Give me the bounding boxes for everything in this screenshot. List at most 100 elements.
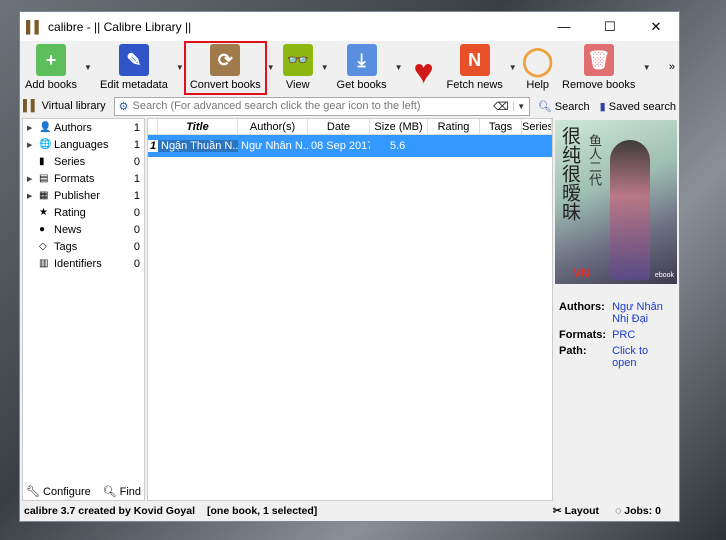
category-icon: 🌐 [39, 139, 52, 150]
tag-browser-item-news[interactable]: ● News 0 [23, 221, 144, 238]
search-bar: ▌▌ Virtual library ⚙ Search (For advance… [20, 95, 679, 117]
configure-button[interactable]: 🔧︎ Configure [26, 485, 91, 498]
calibre-logo-icon: ▌▌ [26, 19, 44, 34]
search-history-dropdown[interactable]: ▼ [512, 101, 529, 111]
column-header-series[interactable]: Series [522, 119, 552, 134]
status-bar: calibre 3.7 created by Kovid Goyal [one … [24, 505, 661, 517]
format-link[interactable]: PRC [610, 328, 675, 342]
toolbar-label: Edit metadata [99, 79, 168, 91]
convert-books-icon: ⟳ [210, 44, 241, 76]
category-icon: ◇ [39, 241, 47, 252]
dropdown-arrow-icon[interactable]: ▼ [643, 63, 651, 72]
column-header-tags[interactable]: Tags [480, 119, 522, 134]
toolbar-label: Fetch news [446, 79, 503, 91]
add-books-button[interactable]: + Add books [20, 43, 82, 93]
help-lifebuoy-icon: ◯ [522, 44, 554, 76]
edit-metadata-icon: ✎ [118, 44, 149, 76]
tag-browser-item-publisher[interactable]: ▶ ▦ Publisher 1 [23, 187, 144, 204]
view-icon: 👓 [282, 44, 313, 76]
edit-metadata-button[interactable]: ✎ Edit metadata [94, 43, 174, 93]
dropdown-arrow-icon[interactable]: ▼ [321, 63, 329, 72]
toolbar: + Add books ▼ ✎ Edit metadata ▼ ⟳ Convert books… [20, 41, 679, 95]
category-icon: ▦ [39, 190, 49, 201]
book-list: Title Author(s) Date Size (MB) Rating Tags Ser… [147, 118, 553, 501]
category-icon: ▤ [39, 173, 49, 184]
expand-arrow-icon[interactable]: ▶ [27, 141, 39, 149]
author-link[interactable]: Ngư Nhân Nhị Đại [610, 300, 675, 326]
author-cell[interactable]: Ngư Nhân N... [238, 140, 308, 152]
gear-icon[interactable]: ⚙ [119, 100, 129, 113]
column-header-sizemb[interactable]: Size (MB) [370, 119, 428, 134]
fetch-news-icon: N [459, 44, 490, 76]
date-cell[interactable]: 08 Sep 2017 [308, 140, 370, 152]
convert-books-button[interactable]: ⟳ Convert books [183, 41, 267, 95]
tag-browser-item-rating[interactable]: ★ Rating 0 [23, 204, 144, 221]
toolbar-label: Get books [336, 79, 387, 91]
category-icon: ▥ [39, 258, 49, 269]
category-icon: ▮ [39, 156, 45, 167]
magnifier-icon: 🔍︎ [537, 100, 552, 113]
book-details: 很纯很暧昧 鱼人二代 VN ebook Authors: Ngư Nhân Nhị… [553, 118, 679, 501]
fetch-news-button[interactable]: N Fetch news [443, 43, 507, 93]
table-row[interactable]: 1 Ngận Thuần N... Ngư Nhân N... 08 Sep 2017… [148, 135, 552, 157]
dropdown-arrow-icon[interactable]: ▼ [176, 63, 184, 72]
search-input[interactable]: ⚙ Search (For advanced search click the … [113, 96, 530, 116]
clear-search-icon[interactable]: ⌫ [493, 100, 509, 113]
toolbar-label: Remove books [562, 79, 636, 91]
find-button[interactable]: 🔍︎ Find [103, 485, 141, 498]
book-cover[interactable]: 很纯很暧昧 鱼人二代 VN ebook [555, 120, 677, 284]
title-bar: ▌▌ calibre - || Calibre Library || — ☐ ✕ [20, 12, 679, 41]
toolbar-label: Convert books [189, 79, 261, 91]
expand-arrow-icon[interactable]: ▶ [27, 175, 39, 183]
column-header-date[interactable]: Date [308, 119, 370, 134]
get-books-icon: ⤓ [346, 44, 377, 76]
tag-browser-item-formats[interactable]: ▶ ▤ Formats 1 [23, 170, 144, 187]
tag-browser-item-series[interactable]: ▮ Series 0 [23, 153, 144, 170]
category-icon: ● [39, 224, 46, 235]
bookmark-icon: ▮ [599, 100, 606, 113]
column-header-title[interactable]: Title [158, 119, 238, 134]
tag-browser-item-tags[interactable]: ◇ Tags 0 [23, 238, 144, 255]
column-header-rating[interactable]: Rating [428, 119, 480, 134]
jobs-button[interactable]: ◌ Jobs: 0 [615, 505, 661, 517]
minimize-button[interactable]: — [541, 19, 587, 35]
library-icon: ▌▌ [23, 100, 39, 112]
close-button[interactable]: ✕ [633, 19, 679, 35]
size-cell[interactable]: 5.6 [370, 140, 428, 152]
more-actions-button[interactable]: » [669, 61, 675, 73]
remove-books-icon: 🗑 [583, 44, 614, 76]
get-books-button[interactable]: ⤓ Get books [331, 43, 393, 93]
column-header-authors[interactable]: Author(s) [238, 119, 308, 134]
saved-search-button[interactable]: ▮ Saved search [600, 100, 676, 113]
dropdown-arrow-icon[interactable]: ▼ [509, 63, 517, 72]
category-icon: ★ [39, 207, 48, 218]
row-number-header [148, 119, 158, 134]
layout-button[interactable]: ✂ Layout [553, 505, 599, 517]
category-icon: 👤 [39, 122, 52, 133]
expand-arrow-icon[interactable]: ▶ [27, 124, 39, 132]
donate-button[interactable]: ♥ [405, 43, 443, 93]
calibre-window: ▌▌ calibre - || Calibre Library || — ☐ ✕… [19, 11, 680, 522]
tag-browser: ▶ 👤 Authors 1 ▶ 🌐 Languages 1 ▮ Series 0 ▶ ▤ Formats 1… [22, 118, 145, 501]
window-title: calibre - || Calibre Library || [48, 19, 192, 34]
toolbar-label: Add books [25, 79, 77, 91]
view-button[interactable]: 👓 View [277, 43, 319, 93]
expand-arrow-icon[interactable]: ▶ [27, 192, 39, 200]
remove-books-button[interactable]: 🗑 Remove books [557, 43, 641, 93]
add-books-icon: + [36, 44, 66, 76]
dropdown-arrow-icon[interactable]: ▼ [84, 63, 92, 72]
help-button[interactable]: ◯ Help [519, 43, 557, 93]
tag-browser-item-authors[interactable]: ▶ 👤 Authors 1 [23, 119, 144, 136]
tag-browser-item-identifiers[interactable]: ▥ Identifiers 0 [23, 255, 144, 272]
virtual-library-button[interactable]: ▌▌ Virtual library [23, 100, 106, 112]
toolbar-label: View [285, 79, 310, 91]
dropdown-arrow-icon[interactable]: ▼ [267, 63, 275, 72]
path-link[interactable]: Click to open [610, 344, 675, 370]
toolbar-label: Help [526, 79, 550, 91]
tag-browser-item-languages[interactable]: ▶ 🌐 Languages 1 [23, 136, 144, 153]
dropdown-arrow-icon[interactable]: ▼ [395, 63, 403, 72]
maximize-button[interactable]: ☐ [587, 19, 633, 35]
search-button[interactable]: 🔍︎ Search [538, 100, 590, 113]
heart-icon: ♥ [413, 52, 434, 91]
title-cell[interactable]: Ngận Thuần N... [158, 140, 238, 152]
